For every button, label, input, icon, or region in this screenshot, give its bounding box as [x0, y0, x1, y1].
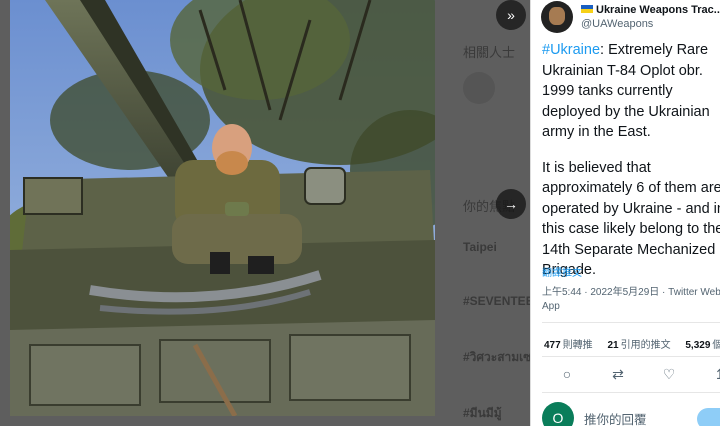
divider: [542, 392, 720, 393]
author-handle[interactable]: @UAWeapons: [581, 17, 720, 31]
share-icon[interactable]: ↥: [712, 366, 720, 383]
next-image-button[interactable]: →: [496, 189, 526, 219]
retweet-icon[interactable]: ⇄: [610, 366, 626, 383]
tweet-actions: ○ ⇄ ♡ ↥: [559, 366, 720, 383]
reply-icon[interactable]: ○: [559, 366, 575, 383]
tweet-author[interactable]: Ukraine Weapons Trac... @UAWeapons: [541, 0, 720, 34]
trend-location: Taipei: [463, 240, 497, 254]
ukraine-flag-icon: [581, 5, 593, 13]
tweet-line: It is believed that: [542, 159, 651, 176]
tank-photo-illustration: [10, 0, 435, 416]
quotes-stat[interactable]: 21 引用的推文: [607, 340, 670, 351]
author-name[interactable]: Ukraine Weapons Trac...: [596, 4, 720, 16]
tweet-line: approximately 6 of them are: [542, 180, 720, 196]
tweet-text: #Ukraine: Extremely Rare Ukrainian T-84 …: [542, 40, 720, 281]
tweet-line: 14th Separate Mechanized: [542, 241, 716, 258]
tweet-line: : Extremely Rare: [600, 42, 709, 58]
tweet-stats: 477則轉推 21引用的推文 5,329個: [544, 336, 720, 351]
collapse-icon: »: [507, 7, 515, 23]
translate-link[interactable]: 翻譯推文: [542, 264, 582, 279]
tweet-timestamp[interactable]: 上午5:44 · 2022年5月29日 · Twitter Web App: [542, 286, 720, 314]
collapse-panel-button[interactable]: »: [496, 0, 526, 30]
trend-item: #มีนมีมู้: [463, 406, 502, 420]
related-avatar: [463, 72, 495, 104]
tweet-line: deployed by the Ukrainian: [542, 103, 710, 120]
reply-input[interactable]: 推你的回覆: [584, 409, 647, 426]
divider: [542, 356, 720, 357]
tweet-line: Ukrainian T-84 Oplot obr.: [542, 62, 703, 79]
trend-item: #วิศวะสามเซน: [463, 350, 540, 364]
tweet-line-spacer: [542, 143, 720, 158]
tweet-line: this case likely belong to the: [542, 221, 720, 237]
author-avatar[interactable]: [541, 1, 573, 33]
likes-stat[interactable]: 5,329個: [685, 340, 720, 351]
tweet-panel: Ukraine Weapons Trac... @UAWeapons #Ukra…: [530, 0, 720, 426]
reply-button[interactable]: [697, 408, 720, 426]
tweet-line: 1999 tanks currently: [542, 83, 673, 99]
tweet-photo[interactable]: [10, 0, 435, 416]
media-viewer: 相關人士 你的焦點 Taipei #SEVENTEEN #วิศวะสามเซน…: [0, 0, 720, 426]
arrow-right-icon: →: [504, 196, 518, 212]
like-icon[interactable]: ♡: [661, 366, 677, 383]
tweet-line: army in the East.: [542, 124, 651, 140]
reply-composer: O 推你的回覆: [542, 402, 647, 426]
user-avatar[interactable]: O: [542, 402, 574, 426]
hashtag-link[interactable]: #Ukraine: [542, 42, 600, 58]
retweets-stat[interactable]: 477 則轉推: [544, 340, 593, 351]
related-header: 相關人士: [463, 45, 516, 60]
tweet-line: operated by Ukraine - and in: [542, 200, 720, 217]
divider: [542, 322, 720, 323]
